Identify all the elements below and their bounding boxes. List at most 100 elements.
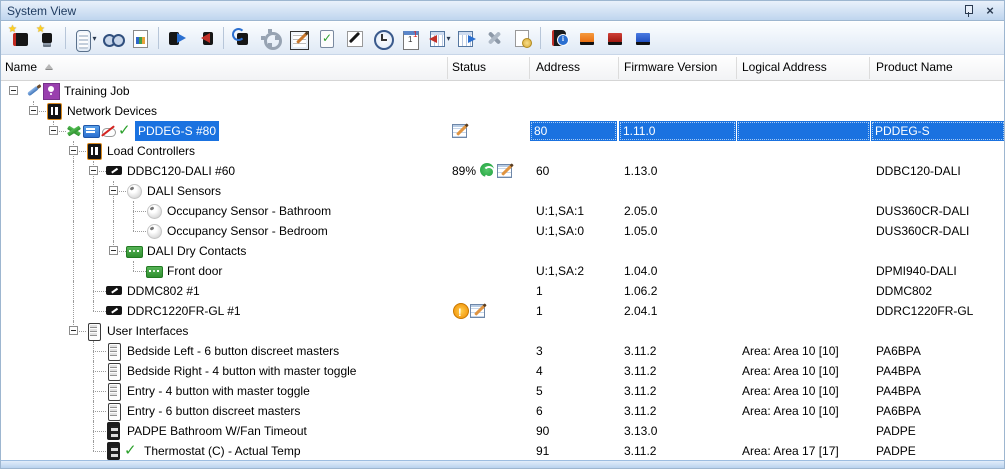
tree-row[interactable]: User Interfaces — [1, 321, 1004, 341]
tree-expander-minus[interactable] — [109, 186, 118, 195]
column-header-logical-address[interactable]: Logical Address — [742, 55, 827, 81]
keypad-icon — [106, 401, 122, 421]
tree-item-label[interactable]: Load Controllers — [104, 141, 198, 161]
tree-item-label[interactable]: Entry - 6 button discreet masters — [124, 401, 303, 421]
tree-item-label[interactable]: Network Devices — [64, 101, 160, 121]
wizard-icon — [344, 28, 364, 48]
firmware-cell: 2.05.0 — [624, 204, 658, 218]
tree-row[interactable]: Entry - 6 button discreet masters 6 3.11.2… — [1, 401, 1004, 421]
address-cell: 6 — [536, 404, 543, 418]
add-device-button[interactable] — [6, 24, 32, 51]
add-network-device-button[interactable] — [34, 24, 60, 51]
tree-item-label[interactable]: DALI Dry Contacts — [144, 241, 249, 261]
tree-item-label[interactable]: Bedside Left - 6 button discreet masters — [124, 341, 342, 361]
tree-row[interactable]: DDRC1220FR-GL #1 1 2.04.1 DDRC1220FR-GL — [1, 301, 1004, 321]
tree-guide-line — [133, 231, 146, 232]
tree-row[interactable]: Bedside Right - 4 button with master tog… — [1, 361, 1004, 381]
tree-item-label[interactable]: PDDEG-S #80 — [135, 121, 220, 141]
tools-button[interactable] — [481, 25, 507, 51]
device-list-button[interactable]: ▾ — [71, 25, 97, 52]
tree-row[interactable]: Occupancy Sensor - Bathroom U:1,SA:1 2.05.… — [1, 201, 1004, 221]
tree-guide-line — [93, 301, 94, 311]
tree-row[interactable]: PADPE Bathroom W/Fan Timeout 90 3.13.0 PADP… — [1, 421, 1004, 441]
tree-row[interactable]: Bedside Left - 6 button discreet masters… — [1, 341, 1004, 361]
calendar-button[interactable] — [397, 25, 423, 51]
find-button[interactable] — [99, 25, 125, 51]
close-icon[interactable]: × — [982, 3, 998, 18]
column-header-name[interactable]: Name — [5, 55, 54, 81]
column-header-status[interactable]: Status — [452, 55, 486, 81]
export-data-button[interactable] — [453, 25, 479, 51]
tree-expander-minus[interactable] — [9, 86, 18, 95]
product-info-button[interactable] — [546, 25, 572, 51]
module-orange-button[interactable] — [574, 25, 600, 51]
tree-item-label[interactable]: Training Job — [61, 81, 133, 101]
tree-expander-minus[interactable] — [69, 326, 78, 335]
edit-addresses-button[interactable] — [285, 25, 311, 51]
tree-item-label[interactable]: PADPE Bathroom W/Fan Timeout — [124, 421, 310, 441]
import-data-button[interactable]: ▾ — [425, 25, 451, 51]
address-cell: 80 — [530, 121, 617, 141]
tree-row[interactable]: DALI Sensors — [1, 181, 1004, 201]
network-devices-icon — [46, 101, 62, 121]
verify-button[interactable] — [313, 25, 339, 51]
tree-item-label[interactable]: DALI Sensors — [144, 181, 224, 201]
module-blue-button[interactable] — [630, 25, 656, 51]
edit-note-icon[interactable] — [470, 302, 486, 318]
address-cell: U:1,SA:1 — [536, 204, 585, 218]
tree-expander-minus[interactable] — [89, 166, 98, 175]
report-button[interactable] — [127, 25, 153, 51]
tree-guide-line — [93, 431, 106, 432]
schedule-button[interactable] — [369, 25, 395, 51]
upload-device-button[interactable] — [164, 25, 190, 51]
column-header-address[interactable]: Address — [536, 55, 580, 81]
column-header-firmware-version[interactable]: Firmware Version — [624, 55, 717, 81]
tree-item-label[interactable]: DDRC1220FR-GL #1 — [124, 301, 244, 321]
firmware-cell — [620, 81, 734, 101]
tree-row[interactable]: Training Job — [1, 81, 1004, 101]
tree-row[interactable]: Thermostat (C) - Actual Temp 91 3.11.2 Area… — [1, 441, 1004, 461]
tree-row[interactable]: Front door U:1,SA:2 1.04.0 DPMI940-DALI — [1, 261, 1004, 281]
module-red-button[interactable] — [602, 25, 628, 51]
tree-item-label[interactable]: DDBC120-DALI #60 — [124, 161, 238, 181]
tree-item-label[interactable]: DDMC802 #1 — [124, 281, 203, 301]
warning-icon[interactable] — [452, 302, 469, 321]
tree-row[interactable]: Load Controllers — [1, 141, 1004, 161]
tree-row[interactable]: Occupancy Sensor - Bedroom U:1,SA:0 1.05.0… — [1, 221, 1004, 241]
firmware-cell — [620, 321, 734, 341]
tree-guide-line — [93, 451, 106, 452]
tree-expander-minus[interactable] — [29, 106, 38, 115]
edit-note-icon[interactable] — [452, 122, 468, 138]
tree-expander-minus[interactable] — [49, 126, 58, 135]
tree-expander-minus[interactable] — [69, 146, 78, 155]
tree-item-label[interactable]: Occupancy Sensor - Bathroom — [164, 201, 334, 221]
tree-expander-minus[interactable] — [109, 246, 118, 255]
tree-guide-line — [93, 421, 94, 431]
wizard-button[interactable] — [341, 25, 367, 51]
tree-row[interactable]: DDMC802 #1 1 1.06.2 DDMC802 — [1, 281, 1004, 301]
tree-guide-line — [93, 431, 94, 441]
tree-item-label[interactable]: Bedside Right - 4 button with master tog… — [124, 361, 359, 381]
sync-device-button[interactable] — [229, 25, 255, 51]
settings-button[interactable] — [257, 25, 283, 51]
tree-item-label[interactable]: User Interfaces — [104, 321, 191, 341]
sync-icon[interactable] — [479, 162, 496, 178]
status-cell — [448, 401, 534, 421]
network-devices-icon — [86, 141, 102, 161]
certificate-button[interactable] — [509, 25, 535, 51]
tree-row[interactable]: DALI Dry Contacts — [1, 241, 1004, 261]
column-header-product-name[interactable]: Product Name — [876, 55, 953, 81]
tree-row[interactable]: DDBC120-DALI #60 89% 60 1.13.0 DDBC120-DALI — [1, 161, 1004, 181]
tree-item-label[interactable]: Front door — [164, 261, 225, 281]
edit-note-icon[interactable] — [497, 162, 513, 178]
pin-icon[interactable] — [960, 4, 976, 18]
tree-guide-line — [93, 351, 94, 361]
tree-item-label[interactable]: Thermostat (C) - Actual Temp — [141, 441, 304, 461]
tree-row[interactable]: PDDEG-S #80 801.11.0 PDDEG-S — [1, 121, 1004, 141]
tree-item-label[interactable]: Entry - 4 button with master toggle — [124, 381, 313, 401]
tree-row[interactable]: Network Devices — [1, 101, 1004, 121]
tree-item-label[interactable]: Occupancy Sensor - Bedroom — [164, 221, 331, 241]
download-device-button[interactable] — [192, 25, 218, 51]
tree-guide-line — [73, 261, 74, 281]
tree-row[interactable]: Entry - 4 button with master toggle 5 3.11… — [1, 381, 1004, 401]
